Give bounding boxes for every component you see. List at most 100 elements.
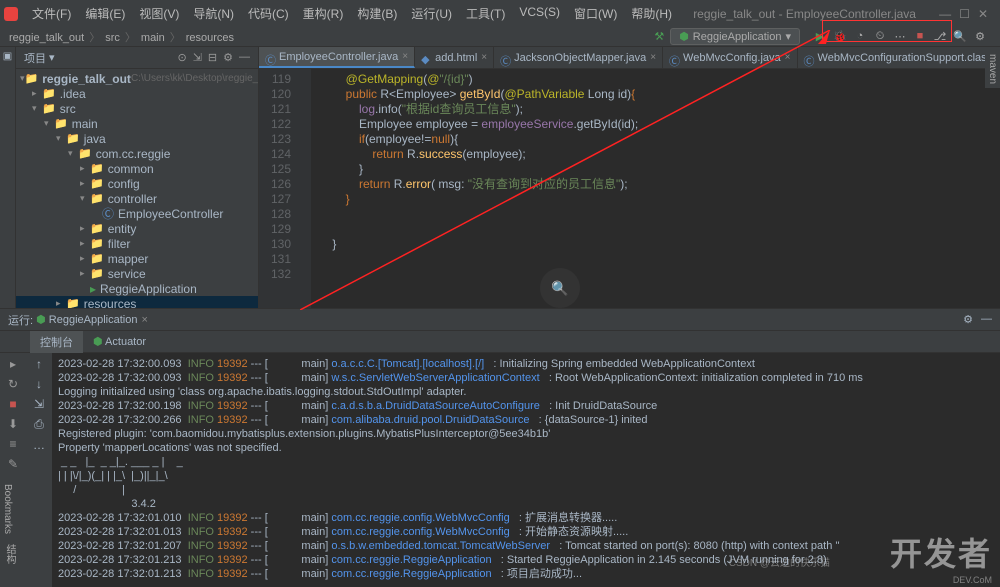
build-icon[interactable]: ⚒ [654,30,664,43]
editor-tab[interactable]: ◆add.html× [415,47,494,68]
tree-item[interactable]: ▸📁filter [16,236,258,251]
tree-item[interactable]: ▾📁java [16,131,258,146]
run-subtab[interactable]: 控制台 [30,331,83,353]
menu-item[interactable]: 构建(B) [351,3,403,24]
hide-icon[interactable]: — [239,51,250,64]
tree-item[interactable]: ▸📁config [16,176,258,191]
hide-run-icon[interactable]: — [981,313,992,326]
run-settings-icon[interactable]: ⚙ [963,313,973,326]
menu-item[interactable]: 工具(T) [460,3,511,24]
log-line: 2023-02-28 17:32:00.266 INFO 19392 --- [… [58,413,994,427]
tree-item[interactable]: ⒸEmployeeController [16,206,258,221]
code-content[interactable]: @GetMapping(@"/{id}") public R<Employee>… [311,69,1000,308]
run-app-name: ReggieApplication [49,314,138,326]
editor-tab[interactable]: ⒸWebMvcConfig.java× [663,47,797,68]
run-button[interactable]: ▶ [812,30,828,43]
minimize-button[interactable]: — [939,7,951,21]
left-gutter: ▣ [0,47,16,308]
settings-icon[interactable]: ⚙ [972,30,988,43]
tree-item[interactable]: ▸📁common [16,161,258,176]
run-toolbar: ⚒ ⬢ ReggieApplication ▾ ▶ 🐞 ◔ ⏲ ⋯ ■ ⎇ 🔍 … [654,28,994,45]
breadcrumb-item[interactable]: resources [183,32,237,44]
window-controls: — ☐ ✕ [931,7,996,21]
maven-tab[interactable]: maven [985,50,1000,88]
debug-button[interactable]: 🐞 [832,30,848,43]
spring-icon: ⬢ [36,313,46,326]
console-tool-icon[interactable]: ↑ [36,357,42,371]
menu-item[interactable]: 文件(F) [26,3,77,24]
navigation-bar: reggie_talk_out〉src〉main〉resources ⚒ ⬢ R… [0,27,1000,47]
tree-item[interactable]: ▸ReggieApplication [16,281,258,296]
profile-button[interactable]: ⏲ [872,30,888,43]
console-tool-icon[interactable]: ≡ [9,437,16,451]
menu-item[interactable]: 帮助(H) [625,3,678,24]
menu-item[interactable]: VCS(S) [513,3,566,24]
log-line: Logging initialized using 'class org.apa… [58,385,994,399]
console-tool-icon[interactable]: … [33,438,45,452]
bookmarks-tab[interactable]: Bookmarks [0,480,15,538]
expand-all-icon[interactable]: ⇲ [193,51,202,64]
log-line: Registered plugin: 'com.baomidou.mybatis… [58,427,994,441]
tree-root[interactable]: ▾📁reggie_talk_out C:\Users\kk\Desktop\re… [16,71,258,86]
console-tool-icon[interactable]: ✎ [8,457,18,471]
menu-item[interactable]: 运行(U) [405,3,458,24]
project-tree[interactable]: ▾📁reggie_talk_out C:\Users\kk\Desktop\re… [16,69,258,308]
tree-item[interactable]: ▸📁.idea [16,86,258,101]
editor-tab[interactable]: ⒸWebMvcConfigurationSupport.class× [798,47,1000,68]
close-run-tab-icon[interactable]: × [141,314,147,326]
console-tool-icon[interactable]: ⬇ [8,417,18,431]
project-label: 项目 [24,50,46,66]
search-everywhere-icon[interactable]: 🔍 [540,268,580,308]
console-output[interactable]: 2023-02-28 17:32:00.093 INFO 19392 --- [… [52,353,1000,587]
tree-item[interactable]: ▸📁resources [16,296,258,308]
titlebar: 文件(F)编辑(E)视图(V)导航(N)代码(C)重构(R)构建(B)运行(U)… [0,0,1000,27]
editor-tab[interactable]: ⒸJacksonObjectMapper.java× [494,47,663,68]
tree-item[interactable]: ▾📁com.cc.reggie [16,146,258,161]
menu-item[interactable]: 导航(N) [187,3,240,24]
console-tool-icon[interactable]: ↻ [8,377,18,391]
tree-item[interactable]: ▾📁src [16,101,258,116]
menu-item[interactable]: 重构(R) [297,3,350,24]
watermark-sub: DEV.CoM [953,575,992,585]
tree-item[interactable]: ▸📁service [16,266,258,281]
menu-item[interactable]: 代码(C) [242,3,295,24]
stop-button[interactable]: ■ [912,30,928,43]
structure-tab[interactable]: 结构 [0,540,19,568]
line-gutter: 1191201211221231241251261271281291301311… [259,69,297,308]
console-tool-icon[interactable]: ⎙ [34,417,44,432]
run-config-selector[interactable]: ⬢ ReggieApplication ▾ [670,28,800,45]
csdn-badge: CSDN @云边的快乐猫 [729,554,830,569]
dropdown-icon: ▾ [785,30,791,43]
console-tool-icon[interactable]: ↓ [36,377,42,391]
log-line: 3.4.2 [58,497,994,511]
breadcrumb-item[interactable]: reggie_talk_out [6,32,87,44]
console-tool-icon[interactable]: ▸ [10,357,16,371]
menu-item[interactable]: 编辑(E) [79,3,131,24]
settings-icon[interactable]: ⚙ [223,51,233,64]
breadcrumb-item[interactable]: main [138,32,168,44]
tree-item[interactable]: ▾📁main [16,116,258,131]
coverage-button[interactable]: ◔ [852,30,868,43]
project-tool-tab[interactable]: ▣ [0,47,15,66]
maximize-button[interactable]: ☐ [959,7,970,21]
tree-item[interactable]: ▸📁entity [16,221,258,236]
log-line: 2023-02-28 17:32:01.010 INFO 19392 --- [… [58,511,994,525]
more-run-icon[interactable]: ⋯ [892,30,908,43]
tree-item[interactable]: ▾📁controller [16,191,258,206]
log-line: 2023-02-28 17:32:01.207 INFO 19392 --- [… [58,539,994,553]
project-panel: 项目 ▾ ⊙ ⇲ ⊟ ⚙ — ▾📁reggie_talk_out C:\User… [16,47,259,308]
editor-tab[interactable]: ⒸEmployeeController.java× [259,47,415,68]
console-tool-icon[interactable]: ■ [9,397,16,411]
search-icon[interactable]: 🔍 [952,30,968,43]
select-opened-icon[interactable]: ⊙ [177,51,186,64]
collapse-all-icon[interactable]: ⊟ [208,51,217,64]
menu-item[interactable]: 视图(V) [133,3,185,24]
code-editor[interactable]: 1191201211221231241251261271281291301311… [259,69,1000,308]
git-icon[interactable]: ⎇ [932,30,948,43]
run-subtab[interactable]: ⬢ Actuator [83,332,156,351]
close-button[interactable]: ✕ [978,7,988,21]
breadcrumb-item[interactable]: src [102,32,123,44]
tree-item[interactable]: ▸📁mapper [16,251,258,266]
menu-item[interactable]: 窗口(W) [568,3,623,24]
console-tool-icon[interactable]: ⇲ [34,397,44,411]
